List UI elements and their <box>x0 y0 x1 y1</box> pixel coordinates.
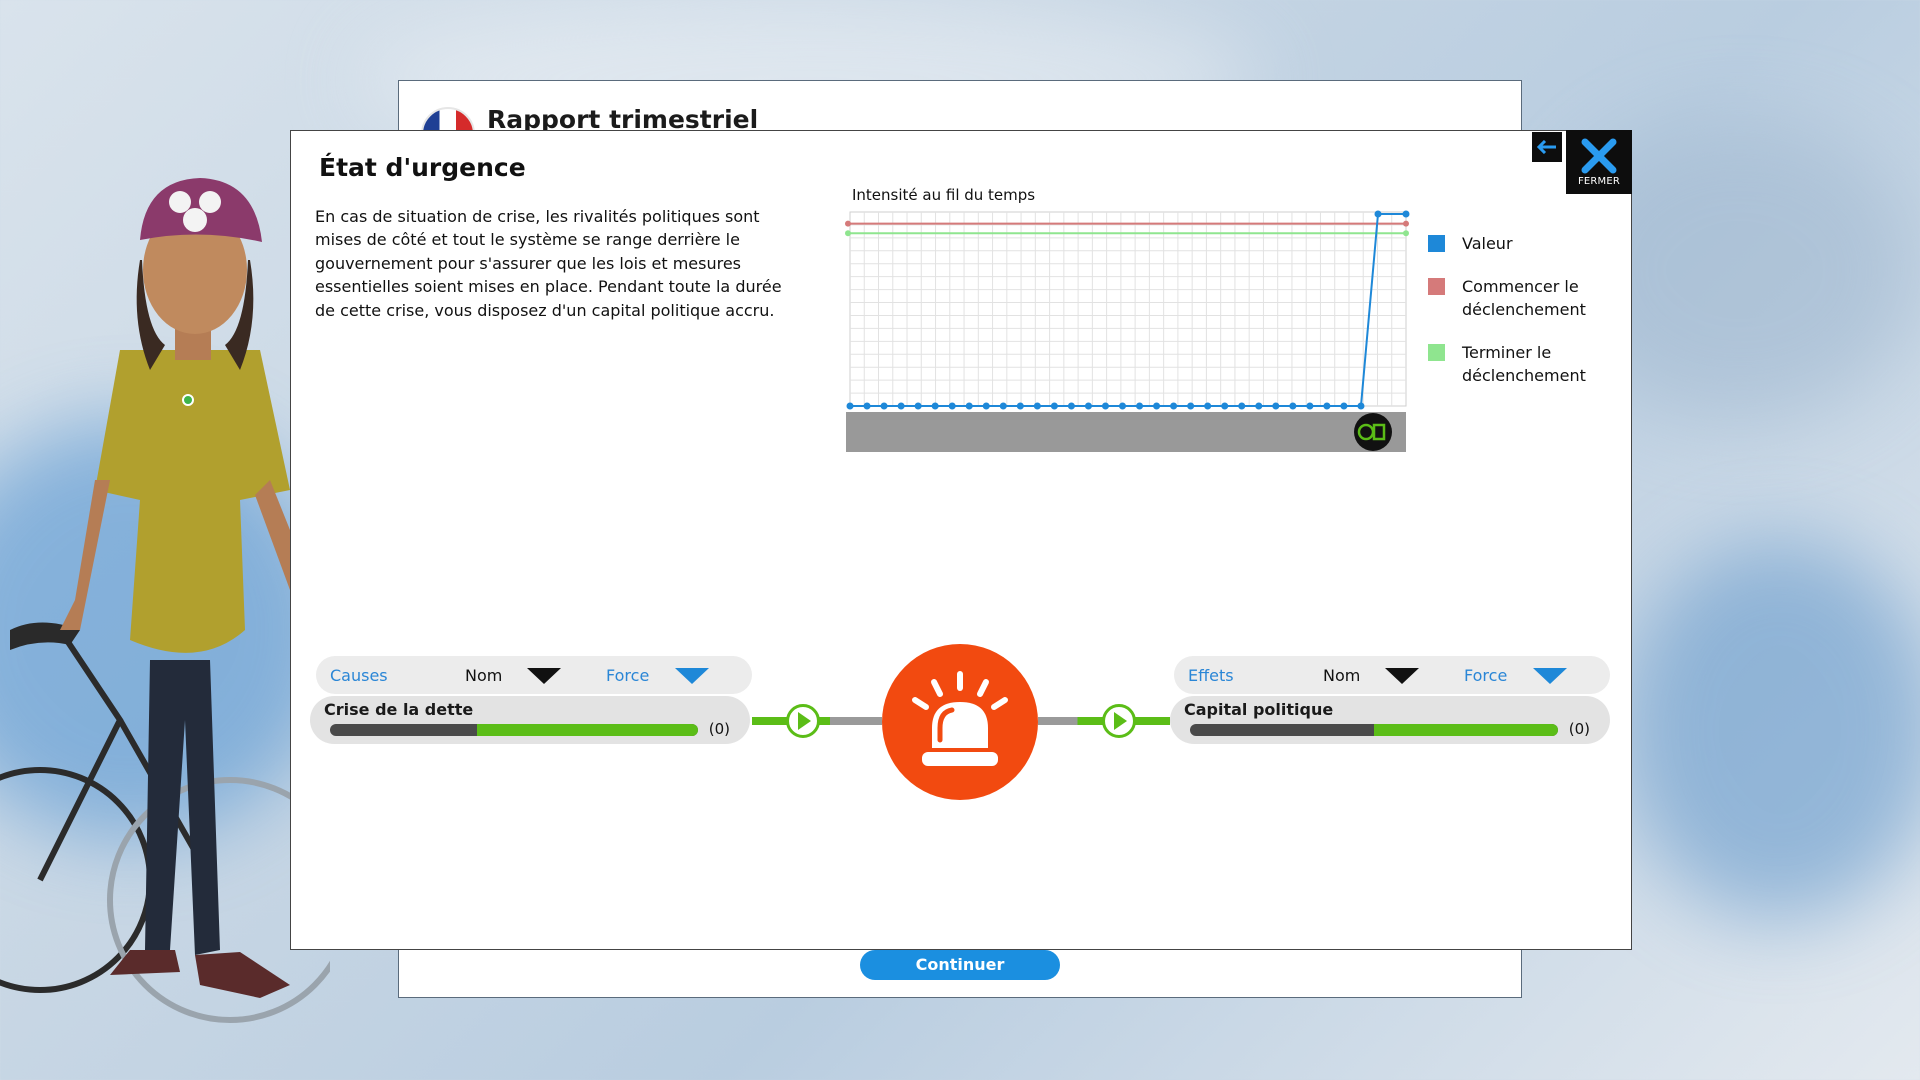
policy-icon-circle <box>882 644 1038 800</box>
causes-header: Causes Nom Force <box>316 656 752 694</box>
advisor-character-illustration <box>0 178 330 1023</box>
sort-by-name[interactable]: Nom <box>465 666 502 685</box>
value-point <box>1204 402 1212 410</box>
continue-button[interactable]: Continuer <box>860 950 1060 980</box>
back-button[interactable] <box>1532 132 1562 162</box>
value-point <box>1067 402 1075 410</box>
chart-footer-band <box>846 412 1406 452</box>
effect-strength-bar <box>1190 724 1558 736</box>
chevron-down-icon[interactable] <box>675 668 709 684</box>
play-icon <box>1102 704 1136 738</box>
modal-description: En cas de situation de crise, les rivali… <box>315 207 782 320</box>
value-point <box>1170 402 1178 410</box>
economy-icon <box>1354 413 1392 451</box>
value-point <box>846 402 854 410</box>
legend-item: Terminer le déclenchement <box>1428 341 1618 387</box>
sort-by-force[interactable]: Force <box>1464 666 1507 685</box>
causes-tab[interactable]: Causes <box>330 666 388 685</box>
value-point <box>1357 402 1365 410</box>
cause-name: Crise de la dette <box>324 700 474 719</box>
value-point <box>1084 402 1092 410</box>
legend-item: Commencer le déclenchement <box>1428 275 1618 321</box>
value-point <box>914 402 922 410</box>
value-point <box>948 402 956 410</box>
value-point <box>1153 402 1161 410</box>
effect-name: Capital politique <box>1184 700 1334 719</box>
value-point <box>999 402 1007 410</box>
legend-swatch <box>1428 278 1445 295</box>
chevron-down-icon[interactable] <box>1385 668 1419 684</box>
value-point <box>1374 210 1382 218</box>
value-point <box>931 402 939 410</box>
cause-item[interactable]: Crise de la dette (0) <box>310 696 750 744</box>
value-point <box>1272 402 1280 410</box>
effects-tab[interactable]: Effets <box>1188 666 1234 685</box>
intensity-chart <box>845 210 1410 452</box>
threshold-endpoint <box>1403 220 1409 227</box>
arrow-left-icon <box>1537 140 1556 154</box>
legend-label: Terminer le déclenchement <box>1462 343 1586 385</box>
cause-strength-fill <box>477 724 698 736</box>
close-icon <box>1581 138 1617 173</box>
sort-by-force[interactable]: Force <box>606 666 649 685</box>
value-point <box>1016 402 1024 410</box>
legend-swatch <box>1428 344 1445 361</box>
legend-swatch <box>1428 235 1445 252</box>
chevron-down-icon[interactable] <box>1533 668 1567 684</box>
value-point <box>1136 402 1144 410</box>
value-point <box>1255 402 1263 410</box>
value-point <box>1306 402 1314 410</box>
chart-grid <box>849 211 1407 407</box>
value-point <box>965 402 973 410</box>
value-point <box>1187 402 1195 410</box>
chart-plot-area <box>849 211 1407 407</box>
chart-title: Intensité au fil du temps <box>852 186 1036 204</box>
value-point <box>1119 402 1127 410</box>
modal-title: État d'urgence <box>319 153 526 182</box>
value-point <box>863 402 871 410</box>
value-point <box>1289 402 1297 410</box>
effect-count: (0) <box>1568 720 1590 738</box>
value-point <box>1050 402 1058 410</box>
close-button[interactable]: FERMER <box>1566 130 1632 194</box>
value-point <box>897 402 905 410</box>
chevron-down-icon[interactable] <box>527 668 561 684</box>
chart-legend: Valeur Commencer le déclenchement Termin… <box>1428 232 1618 407</box>
effects-header: Effets Nom Force <box>1174 656 1610 694</box>
effect-strength-fill <box>1374 724 1558 736</box>
legend-label: Valeur <box>1462 234 1513 253</box>
value-point <box>1238 402 1246 410</box>
cause-strength-bar <box>330 724 698 736</box>
value-point <box>982 402 990 410</box>
value-point <box>1221 402 1229 410</box>
threshold-endpoint <box>1403 230 1409 237</box>
legend-label: Commencer le déclenchement <box>1462 277 1586 319</box>
value-point <box>1033 402 1041 410</box>
threshold-endpoint <box>845 230 851 237</box>
value-point <box>1340 402 1348 410</box>
cause-count: (0) <box>708 720 730 738</box>
siren-icon <box>912 671 1008 766</box>
value-point <box>1402 210 1410 218</box>
legend-item: Valeur <box>1428 232 1618 255</box>
sort-by-name[interactable]: Nom <box>1323 666 1360 685</box>
effect-item[interactable]: Capital politique (0) <box>1170 696 1610 744</box>
value-point <box>880 402 888 410</box>
value-point <box>1101 402 1109 410</box>
threshold-endpoint <box>845 220 851 227</box>
background-blur <box>1620 540 1920 920</box>
value-point <box>1323 402 1331 410</box>
play-icon <box>786 704 820 738</box>
close-label: FERMER <box>1577 175 1621 187</box>
